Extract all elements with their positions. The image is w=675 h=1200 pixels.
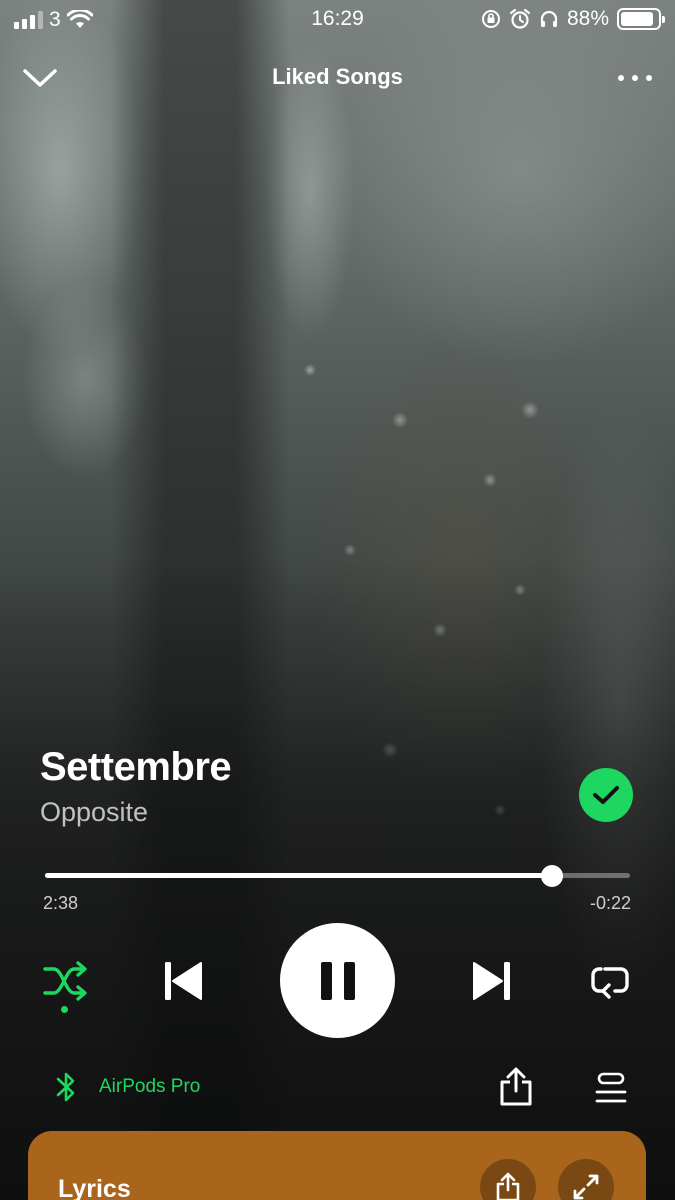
- share-icon: [500, 1067, 532, 1106]
- progress-fill: [45, 873, 553, 878]
- previous-track-button[interactable]: [158, 957, 208, 1005]
- background-shade: [0, 560, 675, 1200]
- liked-button[interactable]: [579, 768, 633, 822]
- status-bar-right: 88%: [481, 7, 665, 31]
- playlist-title[interactable]: Liked Songs: [0, 64, 675, 90]
- checkmark-icon: [593, 786, 619, 804]
- queue-icon: [595, 1072, 627, 1103]
- device-name: AirPods Pro: [99, 1076, 201, 1097]
- shuffle-icon: [43, 961, 87, 1001]
- queue-button[interactable]: [590, 1068, 632, 1108]
- next-track-button[interactable]: [467, 957, 517, 1005]
- alarm-icon: [509, 8, 531, 29]
- repeat-icon: [591, 967, 629, 999]
- elapsed-time: 2:38: [43, 893, 79, 913]
- pause-button[interactable]: [280, 923, 395, 1038]
- lyrics-card[interactable]: Lyrics: [28, 1131, 646, 1200]
- player-header: Liked Songs: [0, 52, 675, 102]
- share-icon: [496, 1172, 520, 1200]
- shuffle-active-indicator: [61, 1006, 68, 1013]
- playback-progress-bar[interactable]: [45, 865, 630, 887]
- skip-previous-icon: [165, 962, 202, 1000]
- track-title[interactable]: Settembre: [40, 745, 232, 790]
- expand-icon: [573, 1174, 599, 1200]
- lyrics-expand-button[interactable]: [558, 1159, 614, 1200]
- more-options-icon: [618, 75, 652, 81]
- share-button[interactable]: [495, 1066, 537, 1108]
- lyrics-title: Lyrics: [58, 1175, 131, 1200]
- shuffle-button[interactable]: [38, 958, 92, 1004]
- lyrics-share-button[interactable]: [480, 1159, 536, 1200]
- headphones-icon: [540, 10, 558, 27]
- battery-icon: [617, 8, 665, 30]
- skip-next-icon: [473, 962, 510, 1000]
- more-options-button[interactable]: [615, 60, 655, 96]
- bluetooth-icon: [56, 1072, 75, 1102]
- connected-device[interactable]: AirPods Pro: [55, 1070, 200, 1104]
- remaining-time: -0:22: [589, 893, 631, 913]
- repeat-button[interactable]: [586, 958, 634, 1004]
- battery-percent: 88%: [566, 7, 609, 30]
- status-bar: 3 16:29 88%: [0, 0, 675, 38]
- rotation-lock-icon: [481, 10, 500, 28]
- pause-icon: [320, 961, 355, 1000]
- track-artist[interactable]: Opposite: [40, 797, 148, 828]
